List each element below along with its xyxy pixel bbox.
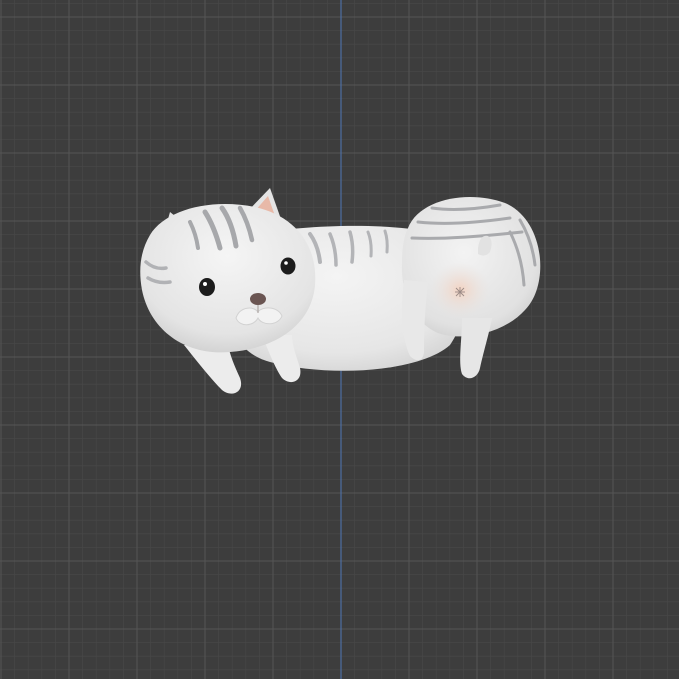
3d-viewport[interactable] (0, 0, 679, 679)
cat-head (140, 188, 316, 353)
cat-donut-model[interactable] (0, 0, 679, 679)
